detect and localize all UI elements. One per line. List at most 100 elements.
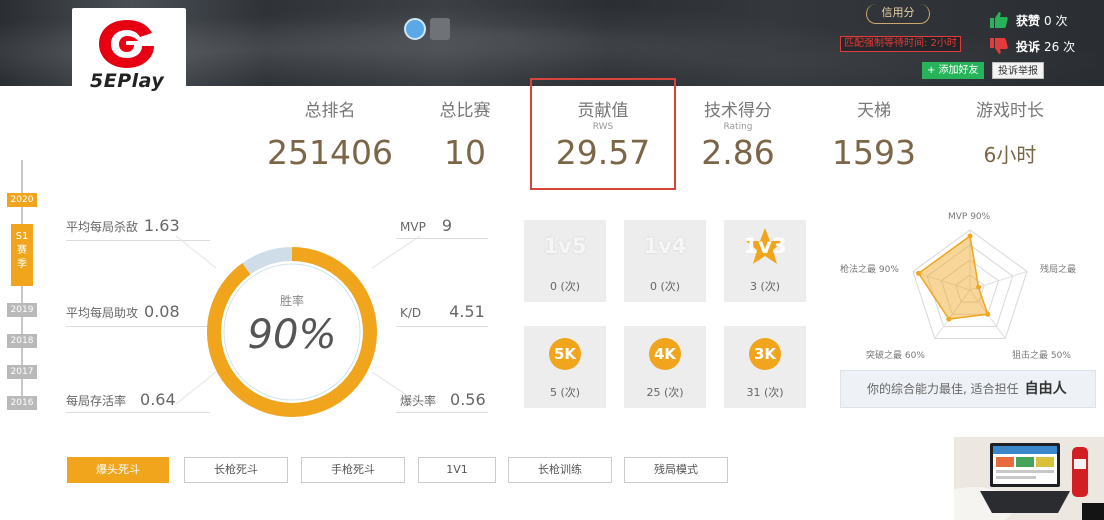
multikill-5k-badge: 5K (549, 338, 581, 370)
avg-kills-label: 平均每局杀敌 (66, 220, 139, 234)
stat-sub: Rating (723, 122, 753, 132)
stat-label: 总比赛 (439, 101, 491, 121)
complaints-label: 投诉 (1016, 39, 1041, 54)
season-s1[interactable]: S1 赛 季 (11, 224, 33, 286)
stat-label: 技术得分 (704, 101, 772, 121)
report-button[interactable]: 投诉举报 (992, 62, 1044, 79)
site-logo[interactable]: 5EPlay (72, 8, 186, 98)
stat-play-time: 游戏时长 6小时 (960, 96, 1060, 177)
multikill-4k-tile: 4K 25 (次) (624, 326, 706, 408)
avg-assists-stat: 平均每局助攻 0.08 (66, 302, 180, 321)
winrate-label: 胜率 (279, 294, 304, 308)
timeline-year-2016[interactable]: 2016 (7, 396, 37, 410)
radar-label-mvp: MVP 90% (948, 212, 991, 222)
headshot-rate-label: 爆头率 (400, 394, 437, 408)
season-label: 季 (17, 259, 27, 270)
divider (66, 326, 210, 327)
tab-rifle-deathmatch[interactable]: 长枪死斗 (184, 457, 288, 483)
tile-count: 25 (次) (646, 386, 684, 399)
radar-label-breach: 突破之最 60% (866, 351, 925, 361)
kd-label: K/D (400, 306, 422, 320)
likes-counter: 获赞 0 次 (990, 10, 1067, 30)
ability-radar-chart (912, 229, 1028, 340)
avg-kills-value: 1.63 (144, 216, 180, 235)
clutch-1v5-tile: 1v5 0 (次) (524, 220, 606, 302)
stat-sub (420, 121, 510, 133)
divider (66, 412, 210, 413)
radar-value-area (917, 234, 989, 320)
stat-label: 游戏时长 (976, 101, 1044, 121)
stat-rating: 技术得分 Rating 2.86 (690, 96, 786, 172)
tile-count: 0 (次) (649, 280, 681, 293)
radar-point (976, 284, 982, 290)
stat-total-matches: 总比赛 10 (420, 96, 510, 172)
verified-badge-icon (404, 18, 426, 40)
verdict-role: 自由人 (1024, 381, 1067, 397)
add-friend-button[interactable]: + 添加好友 (922, 62, 984, 79)
ability-verdict: 你的综合能力最佳, 适合担任 自由人 (840, 370, 1096, 408)
clutch-1v3-tile: 1v3 3 (次) (724, 220, 806, 302)
stat-value: 2.86 (701, 133, 775, 172)
tile-count: 3 (次) (749, 280, 781, 293)
mvp-stat: MVP 9 (400, 216, 452, 235)
radar-label-aim: 枪法之最 90% (840, 265, 899, 275)
radar-label-sniper: 狙击之最 50% (1012, 351, 1071, 361)
thumbs-down-icon (990, 38, 1008, 54)
timeline-year-2017[interactable]: 2017 (7, 365, 37, 379)
winrate-value: 90% (247, 312, 337, 358)
divider (66, 240, 210, 241)
complaints-value: 26 次 (1044, 39, 1076, 54)
survival-rate-value: 0.64 (140, 390, 176, 409)
tile-count: 5 (次) (549, 386, 581, 399)
thumbs-up-icon (990, 12, 1008, 28)
avg-assists-label: 平均每局助攻 (66, 306, 139, 320)
stat-ladder: 天梯 1593 (826, 96, 922, 172)
clutch-1v5-badge: 1v5 (543, 234, 587, 258)
kd-stat: K/D 4.51 (400, 302, 485, 321)
match-wait-notice: 匹配强制等待时间: 2小时 (840, 36, 961, 52)
tab-rifle-training[interactable]: 长枪训练 (508, 457, 612, 483)
stat-value: 1593 (832, 133, 916, 172)
divider (396, 412, 488, 413)
tab-1v1[interactable]: 1V1 (418, 457, 496, 483)
multikill-4k-badge: 4K (649, 338, 681, 370)
tab-pistol-deathmatch[interactable]: 手枪死斗 (301, 457, 405, 483)
headshot-rate-stat: 爆头率 0.56 (400, 390, 486, 409)
profile-banner: 5EPlay 信用分 匹配强制等待时间: 2小时 + 添加好友 投诉举报 获赞 … (0, 0, 1104, 98)
avg-assists-value: 0.08 (144, 302, 180, 321)
logo-text: 5EPlay (90, 70, 165, 92)
survival-rate-label: 每局存活率 (66, 394, 127, 408)
tab-headshot-deathmatch[interactable]: 爆头死斗 (67, 457, 169, 483)
season-label: 赛 (17, 245, 27, 256)
stat-sub (260, 121, 400, 133)
stat-label: 天梯 (857, 101, 891, 121)
avg-kills-stat: 平均每局杀敌 1.63 (66, 216, 180, 235)
divider (396, 326, 488, 327)
complaints-counter: 投诉 26 次 (990, 36, 1075, 56)
mvp-label: MVP (400, 220, 426, 234)
laptop-promo-image[interactable] (954, 437, 1104, 520)
stat-value: 6小时 (983, 143, 1037, 167)
stat-value: 10 (444, 133, 486, 172)
radar-point (985, 311, 991, 317)
multikill-5k-tile: 5K 5 (次) (524, 326, 606, 408)
likes-value: 0 次 (1044, 13, 1068, 28)
tile-count: 31 (次) (746, 386, 784, 399)
shield-badge-icon (430, 18, 450, 40)
laptop-illustration (954, 437, 1104, 520)
stat-total-rank: 总排名 251406 (260, 96, 400, 172)
stat-label: 总排名 (304, 101, 356, 121)
clutch-1v4-tile: 1v4 0 (次) (624, 220, 706, 302)
credit-score-label: 信用分 (866, 4, 930, 24)
likes-label: 获赞 (1016, 13, 1041, 28)
mvp-value: 9 (441, 216, 452, 235)
timeline-year-2018[interactable]: 2018 (7, 334, 37, 348)
radar-point (946, 316, 952, 322)
rws-highlight-box (530, 78, 676, 190)
multikill-3k-badge: 3K (749, 338, 781, 370)
timeline-year-2019[interactable]: 2019 (7, 303, 37, 317)
radar-label-endgame: 残局之最 (1040, 265, 1077, 275)
timeline-year-2020[interactable]: 2020 (7, 193, 37, 207)
stat-sub (826, 121, 922, 133)
tab-endgame-mode[interactable]: 残局模式 (624, 457, 728, 483)
